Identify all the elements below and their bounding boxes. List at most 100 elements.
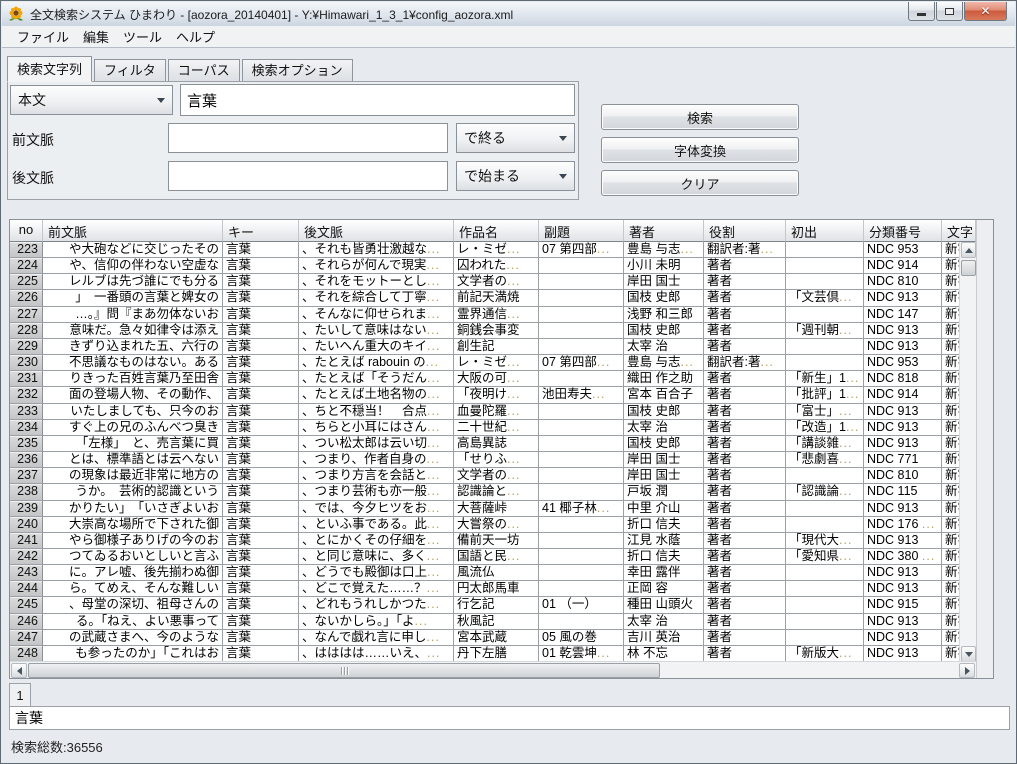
truncation-ellipsis: ... [507, 355, 520, 369]
table-row[interactable]: 237の現象は最近非常に地方の言葉、つまり方言を会話と...文学者の...岸田 … [10, 468, 976, 484]
menu-item-2[interactable]: ツール [116, 25, 169, 48]
cell: うか。 芸術的認識という [43, 484, 223, 500]
column-header-7[interactable]: 役割 [704, 220, 786, 242]
table-row[interactable]: 225レルブは先づ誰にでも分る言葉、それをモットーとし...文学者の...岸田 … [10, 274, 976, 290]
next-context-op-select[interactable]: で始まる [456, 161, 575, 191]
horizontal-scroll-thumb[interactable] [28, 663, 660, 678]
column-header-3[interactable]: 後文脈 [299, 220, 454, 242]
table-row[interactable]: 232面の登場人物、その動作、言葉、たとえば土地名物の...「夜明け...池田寿… [10, 387, 976, 403]
table-row[interactable]: 244ら。てめえ、そんな難しい言葉、どこで覚えた……？...円太郎馬車正岡 容著… [10, 581, 976, 597]
cell: 国枝 史郎 [624, 290, 704, 306]
query-input[interactable] [180, 84, 575, 116]
horizontal-scrollbar[interactable] [10, 661, 976, 678]
column-header-9[interactable]: 分類番号 [864, 220, 942, 242]
table-row[interactable]: 233いたしましても、只今のお言葉、ちと不穏当！ 合点...血曼陀羅...国枝 … [10, 404, 976, 420]
table-row[interactable]: 230不思議なものはない。ある言葉、たとえば rabouin の...レ・ミゼ.… [10, 355, 976, 371]
table-row[interactable]: 246る。「ねえ、よい悪事って言葉、ないかしら。」「よ...秋風記太宰 治著者N… [10, 614, 976, 630]
cell: とは、標準語とは云へない [43, 452, 223, 468]
column-header-2[interactable]: キー [223, 220, 299, 242]
table-row[interactable]: 242つてゐるおいとしいと言ふ言葉、と同じ意味に、多く...国語と民...折口 … [10, 549, 976, 565]
table-row[interactable]: 235「左様」 と、売言葉に買言葉、つい松太郎は云い切...高島異誌国枝 史郎著… [10, 436, 976, 452]
cell: 著者 [704, 436, 786, 452]
table-row[interactable]: 229きずり込まれた五、六行の言葉、たいへん重大のキイ...創生記太宰 治著者N… [10, 339, 976, 355]
cell: 著者 [704, 274, 786, 290]
arrow-down-icon [965, 652, 973, 657]
cell [786, 517, 864, 533]
table-row[interactable]: 231りきった百姓言葉乃至田舎言葉、たとえば「そうだん...大阪の可...織田 … [10, 371, 976, 387]
column-header-1[interactable]: 前文脈 [43, 220, 223, 242]
truncation-ellipsis: ... [427, 581, 440, 595]
cell [539, 274, 624, 290]
row-number-cell: 228 [10, 323, 43, 339]
clear-button[interactable]: クリア [601, 170, 799, 196]
menu-item-1[interactable]: 編集 [76, 25, 116, 48]
cell: 著者 [704, 452, 786, 468]
column-header-10[interactable]: 文字 [942, 220, 976, 242]
cell [786, 468, 864, 484]
sunflower-app-icon [8, 6, 24, 22]
column-header-4[interactable]: 作品名 [454, 220, 539, 242]
vertical-scroll-thumb[interactable] [961, 260, 976, 276]
prev-context-op-select[interactable]: で終る [456, 123, 575, 153]
column-header-6[interactable]: 著者 [624, 220, 704, 242]
truncation-ellipsis: ... [427, 501, 440, 515]
table-row[interactable]: 226」 一番頭の言葉と婢女の言葉、それを綜合して丁寧...前記天満焼国枝 史郎… [10, 290, 976, 306]
result-set-tab[interactable]: 1 [9, 683, 31, 706]
table-row[interactable]: 241やら御様子ありげの今のお言葉、とにかくその仔細を...備前天一坊江見 水蔭… [10, 533, 976, 549]
row-number-cell: 230 [10, 355, 43, 371]
minimize-button[interactable] [908, 2, 935, 21]
restore-button[interactable] [936, 2, 963, 21]
next-context-input[interactable] [168, 161, 448, 191]
search-button[interactable]: 検索 [601, 104, 799, 130]
cell: 07 第四部... [539, 242, 624, 258]
search-target-select[interactable]: 本文 [10, 85, 173, 115]
table-row[interactable]: 243に。アレ嘘、後先揃わぬ御言葉、どうでも殿御は口上...風流仏幸田 露伴著者… [10, 565, 976, 581]
table-row[interactable]: 236とは、標準語とは云へない言葉、つまり、作者自身の...「せりふ...岸田 … [10, 452, 976, 468]
scroll-down-button[interactable] [961, 646, 976, 662]
truncation-ellipsis: ... [427, 339, 440, 353]
table-row[interactable]: 238うか。 芸術的認識という言葉、つまり芸術も亦一般...認識論と...戸坂 … [10, 484, 976, 500]
tab-0[interactable]: 検索文字列 [7, 56, 92, 82]
cell: NDC 913 [864, 646, 942, 662]
cell: 著者 [704, 420, 786, 436]
prev-context-input[interactable] [168, 123, 448, 153]
cell: NDC 913 [864, 533, 942, 549]
column-header-5[interactable]: 副題 [539, 220, 624, 242]
truncation-ellipsis: ... [427, 307, 440, 321]
cell: 41 椰子林... [539, 501, 624, 517]
table-row[interactable]: 239かりたい」 「いさぎよいお言葉、では、今夕ヒツをお...大菩薩峠41 椰子… [10, 501, 976, 517]
vertical-scrollbar[interactable] [959, 242, 976, 662]
cell: NDC 915 [864, 597, 942, 613]
tab-1[interactable]: フィルタ [94, 59, 166, 82]
cell: 浅野 和三郎 [624, 307, 704, 323]
scroll-left-button[interactable] [11, 663, 27, 678]
cell: 種田 山頭火 [624, 597, 704, 613]
table-row[interactable]: 228意味だ。急々如律令は添え言葉、たいして意味はない...銅銭会事変国枝 史郎… [10, 323, 976, 339]
scroll-up-button[interactable] [961, 242, 976, 258]
cell: や大砲などに交じったその [43, 242, 223, 258]
table-row[interactable]: 248も参ったのか」「これはお言葉、はははは……いえ、...丹下左膳01 乾雲坤… [10, 646, 976, 662]
table-row[interactable]: 223や大砲などに交じったその言葉、それも皆勇壮激越な...レ・ミゼ...07 … [10, 242, 976, 258]
table-row[interactable]: 224や、信仰の伴わない空虚な言葉、それらが何んで現実...囚われた...小川 … [10, 258, 976, 274]
table-row[interactable]: 234すぐ上の兄のふんべつ臭き言葉、ちらと小耳にはさん...二十世紀...太宰 … [10, 420, 976, 436]
table-row[interactable]: 227…。』問『まあ勿体ないお言葉、そんなに仰せられま...霊界通信...浅野 … [10, 307, 976, 323]
table-row[interactable]: 240大崇高な場所で下された御言葉、といふ事である。此...大嘗祭の...折口 … [10, 517, 976, 533]
table-row[interactable]: 247の武蔵さまへ、今のような言葉、なんで戯れ言に申し...宮本武蔵05 風の巻… [10, 630, 976, 646]
table-row[interactable]: 245、母堂の深切、祖母さんの言葉、どれもうれしかつた...行乞記01 （一）種… [10, 597, 976, 613]
font-convert-button[interactable]: 字体変換 [601, 137, 799, 163]
menu-item-0[interactable]: ファイル [10, 25, 76, 48]
cell: 著者 [704, 549, 786, 565]
scroll-right-button[interactable] [959, 663, 975, 678]
column-header-8[interactable]: 初出 [786, 220, 864, 242]
tab-2[interactable]: コーパス [168, 59, 240, 82]
row-number-cell: 247 [10, 630, 43, 646]
cell: やら御様子ありげの今のお [43, 533, 223, 549]
cell: 著者 [704, 565, 786, 581]
menu-item-3[interactable]: ヘルプ [169, 25, 222, 48]
column-header-0[interactable]: no [10, 220, 43, 242]
close-button[interactable]: ✕ [964, 2, 1007, 21]
tab-3[interactable]: 検索オプション [242, 59, 353, 82]
selected-key-field[interactable]: 言葉 [9, 706, 1010, 730]
cell: 著者 [704, 581, 786, 597]
truncation-ellipsis: ... [839, 484, 852, 498]
